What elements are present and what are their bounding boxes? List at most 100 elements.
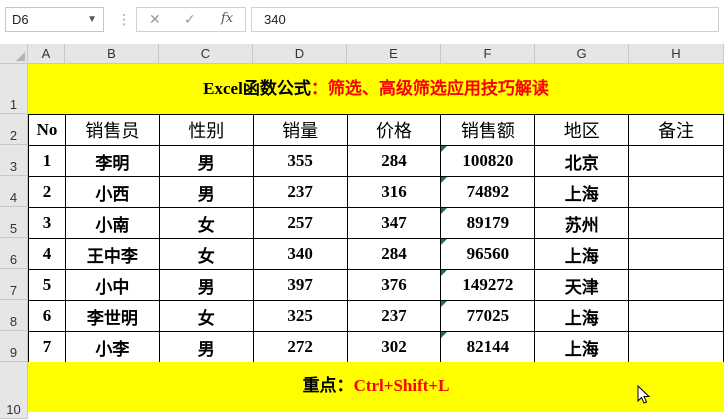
select-all-corner[interactable]: [0, 44, 28, 64]
table-cell[interactable]: 1: [28, 145, 66, 177]
table-row: 6 李世明 女 325 237 77025 上海: [28, 300, 724, 332]
table-cell[interactable]: 340: [252, 238, 348, 270]
table-cell[interactable]: 小南: [64, 207, 160, 239]
table-cell[interactable]: 上海: [534, 300, 630, 332]
confirm-icon[interactable]: ✓: [184, 11, 196, 28]
header-cell-no[interactable]: No: [28, 114, 66, 146]
table-cell[interactable]: 376: [346, 269, 442, 301]
header-cell-region[interactable]: 地区: [534, 114, 630, 146]
table-cell[interactable]: [628, 238, 724, 270]
table-cell[interactable]: [628, 145, 724, 177]
header-cell-price[interactable]: 价格: [346, 114, 442, 146]
table-cell[interactable]: 6: [28, 300, 66, 332]
table-cell[interactable]: 272: [252, 331, 348, 363]
table-cell[interactable]: 男: [158, 145, 254, 177]
table-cell[interactable]: 316: [346, 176, 442, 208]
error-indicator-icon: [441, 301, 448, 307]
table-cell[interactable]: 82144: [440, 331, 536, 363]
table-cell[interactable]: 上海: [534, 331, 630, 363]
row-header-9[interactable]: 9: [0, 331, 28, 362]
header-cell-gender[interactable]: 性别: [158, 114, 254, 146]
column-header-h[interactable]: H: [629, 44, 724, 64]
table-cell[interactable]: 284: [346, 145, 442, 177]
table-cell[interactable]: 小李: [64, 331, 160, 363]
row-header-7[interactable]: 7: [0, 269, 28, 300]
table-cell[interactable]: 347: [346, 207, 442, 239]
table-cell[interactable]: 上海: [534, 176, 630, 208]
header-cell-volume[interactable]: 销量: [252, 114, 348, 146]
table-row: 1 李明 男 355 284 100820 北京: [28, 145, 724, 177]
table-cell[interactable]: 2: [28, 176, 66, 208]
table-cell[interactable]: 男: [158, 269, 254, 301]
table-cell[interactable]: 257: [252, 207, 348, 239]
sales-table: No 销售员 性别 销量 价格 销售额 地区 备注 1 李明 男 355 284…: [28, 114, 724, 363]
table-cell[interactable]: 237: [252, 176, 348, 208]
footer-label: 重点：: [302, 376, 354, 395]
column-header-e[interactable]: E: [347, 44, 441, 64]
row-header-6[interactable]: 6: [0, 238, 28, 269]
table-cell[interactable]: 上海: [534, 238, 630, 270]
table-cell[interactable]: [628, 269, 724, 301]
column-header-a[interactable]: A: [28, 44, 65, 64]
table-cell[interactable]: 4: [28, 238, 66, 270]
table-cell[interactable]: 小西: [64, 176, 160, 208]
row-header-10[interactable]: 10: [0, 362, 28, 419]
row-header-4[interactable]: 4: [0, 176, 28, 207]
table-cell[interactable]: [628, 176, 724, 208]
table-cell[interactable]: 325: [252, 300, 348, 332]
more-options-icon[interactable]: ⋮: [117, 10, 131, 28]
row-header-8[interactable]: 8: [0, 300, 28, 331]
table-cell[interactable]: 149272: [440, 269, 536, 301]
row-header-3[interactable]: 3: [0, 145, 28, 176]
table-cell[interactable]: 天津: [534, 269, 630, 301]
table-cell[interactable]: 苏州: [534, 207, 630, 239]
table-cell[interactable]: 男: [158, 176, 254, 208]
formula-input[interactable]: 340: [251, 7, 719, 32]
table-cell[interactable]: 74892: [440, 176, 536, 208]
cancel-icon[interactable]: ✕: [149, 11, 161, 28]
table-cell[interactable]: 302: [346, 331, 442, 363]
row-header-1[interactable]: 1: [0, 64, 28, 114]
column-header-c[interactable]: C: [159, 44, 253, 64]
insert-function-icon[interactable]: fx: [221, 11, 233, 26]
table-cell[interactable]: 100820: [440, 145, 536, 177]
header-cell-notes[interactable]: 备注: [628, 114, 724, 146]
table-cell[interactable]: 77025: [440, 300, 536, 332]
table-cell[interactable]: [628, 331, 724, 363]
table-cell[interactable]: 355: [252, 145, 348, 177]
table-cell[interactable]: [628, 300, 724, 332]
chevron-down-icon[interactable]: ▼: [87, 8, 97, 31]
error-indicator-icon: [441, 146, 448, 152]
row-header-5[interactable]: 5: [0, 207, 28, 238]
table-cell[interactable]: 3: [28, 207, 66, 239]
table-cell[interactable]: 7: [28, 331, 66, 363]
table-cell[interactable]: 96560: [440, 238, 536, 270]
row-header-2[interactable]: 2: [0, 114, 28, 145]
table-cell[interactable]: 李明: [64, 145, 160, 177]
table-cell[interactable]: 397: [252, 269, 348, 301]
table-cell[interactable]: 女: [158, 300, 254, 332]
table-cell[interactable]: 李世明: [64, 300, 160, 332]
table-cell[interactable]: 女: [158, 238, 254, 270]
row-11-strip: [28, 412, 724, 419]
header-cell-salesperson[interactable]: 销售员: [64, 114, 160, 146]
table-cell[interactable]: [628, 207, 724, 239]
table-cell[interactable]: 237: [346, 300, 442, 332]
table-cell[interactable]: 89179: [440, 207, 536, 239]
column-header-g[interactable]: G: [535, 44, 629, 64]
name-box[interactable]: D6 ▼: [5, 7, 104, 32]
table-cell[interactable]: 284: [346, 238, 442, 270]
footer-cell[interactable]: 重点：Ctrl+Shift+L: [28, 362, 724, 412]
column-header-f[interactable]: F: [441, 44, 535, 64]
column-header-b[interactable]: B: [65, 44, 159, 64]
table-cell[interactable]: 北京: [534, 145, 630, 177]
column-header-d[interactable]: D: [253, 44, 347, 64]
table-cell[interactable]: 5: [28, 269, 66, 301]
header-cell-sales-amount[interactable]: 销售额: [440, 114, 536, 146]
table-cell[interactable]: 王中李: [64, 238, 160, 270]
table-cell[interactable]: 小中: [64, 269, 160, 301]
title-cell[interactable]: Excel函数公式：筛选、高级筛选应用技巧解读: [28, 64, 724, 114]
formula-buttons: ✕ ✓ fx: [136, 7, 246, 32]
table-cell[interactable]: 男: [158, 331, 254, 363]
table-cell[interactable]: 女: [158, 207, 254, 239]
